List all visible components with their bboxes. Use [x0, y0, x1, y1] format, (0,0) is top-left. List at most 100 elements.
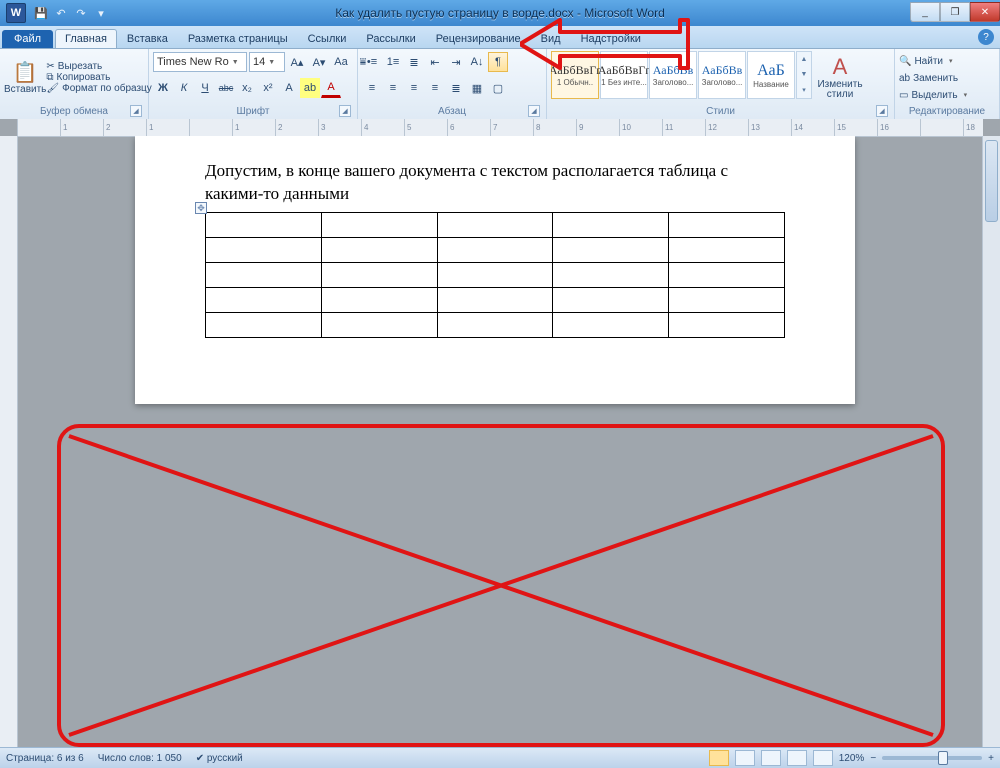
- qat-redo-icon[interactable]: ↷: [72, 4, 90, 22]
- qat-undo-icon[interactable]: ↶: [52, 4, 70, 22]
- styles-dialog-launcher[interactable]: ◢: [876, 105, 888, 117]
- scrollbar-thumb[interactable]: [985, 140, 998, 222]
- numbering-button[interactable]: 1≡: [383, 52, 403, 72]
- justify-button[interactable]: ≡: [425, 78, 445, 98]
- shrink-font-button[interactable]: A▾: [309, 52, 329, 72]
- font-name-combo[interactable]: Times New Ro▼: [153, 52, 247, 72]
- change-styles-button[interactable]: A Изменить стили: [812, 51, 868, 103]
- grow-font-button[interactable]: A▴: [287, 52, 307, 72]
- zoom-in-button[interactable]: +: [988, 753, 994, 764]
- style-normal[interactable]: АаБбВвГг1 Обычн..: [551, 51, 599, 99]
- change-case-button[interactable]: Aa: [331, 52, 351, 72]
- view-full-screen-button[interactable]: [735, 750, 755, 766]
- increase-indent-button[interactable]: ⇥: [446, 52, 466, 72]
- document-table[interactable]: [205, 212, 785, 338]
- strikethrough-button[interactable]: abc: [216, 78, 236, 98]
- qat-save-icon[interactable]: 💾: [32, 4, 50, 22]
- document-canvas[interactable]: Допустим, в конце вашего документа с тек…: [17, 136, 983, 748]
- view-draft-button[interactable]: [813, 750, 833, 766]
- align-center-button[interactable]: ≡: [383, 78, 403, 98]
- zoom-level[interactable]: 120%: [839, 753, 865, 764]
- cut-button[interactable]: ✂Вырезать: [46, 61, 151, 72]
- zoom-slider[interactable]: [882, 756, 982, 760]
- tab-home[interactable]: Главная: [55, 29, 117, 48]
- subscript-button[interactable]: x₂: [237, 78, 257, 98]
- find-label: Найти: [914, 56, 943, 67]
- select-icon: ▭: [899, 90, 908, 101]
- view-outline-button[interactable]: [787, 750, 807, 766]
- qat-customise-icon[interactable]: ▾: [92, 4, 110, 22]
- tab-review[interactable]: Рецензирование: [426, 29, 531, 48]
- document-page[interactable]: Допустим, в конце вашего документа с тек…: [135, 136, 855, 404]
- font-color-button[interactable]: A: [321, 79, 341, 98]
- window-close-button[interactable]: ✕: [970, 2, 1000, 22]
- replace-button[interactable]: abЗаменить: [899, 70, 958, 86]
- tab-page-layout[interactable]: Разметка страницы: [178, 29, 298, 48]
- italic-button[interactable]: К: [174, 78, 194, 98]
- align-left-button[interactable]: ≡: [362, 78, 382, 98]
- select-button[interactable]: ▭Выделить▾: [899, 87, 967, 103]
- app-icon[interactable]: W: [6, 3, 26, 23]
- styles-gallery[interactable]: АаБбВвГг1 Обычн.. АаБбВвГг1 Без инте... …: [551, 51, 812, 99]
- view-print-layout-button[interactable]: [709, 750, 729, 766]
- group-paragraph: •≡ 1≡ ≣ ⇤ ⇥ A↓ ¶ ≡ ≡ ≡ ≡ ≣ ▦ ▢ Абзац◢: [358, 49, 547, 119]
- align-right-button[interactable]: ≡: [404, 78, 424, 98]
- show-hide-pilcrow-button[interactable]: ¶: [488, 52, 508, 72]
- sort-button[interactable]: A↓: [467, 52, 487, 72]
- multilevel-list-button[interactable]: ≣: [404, 52, 424, 72]
- find-button[interactable]: 🔍Найти▾: [899, 53, 953, 69]
- format-painter-button[interactable]: 🖌Формат по образцу: [46, 83, 151, 94]
- vertical-scrollbar[interactable]: [982, 136, 1000, 748]
- paste-button[interactable]: 📋 Вставить: [4, 51, 46, 103]
- font-dialog-launcher[interactable]: ◢: [339, 105, 351, 117]
- style-heading1[interactable]: АаБбВвЗаголово...: [649, 51, 697, 99]
- bold-button[interactable]: Ж: [153, 78, 173, 98]
- copy-button[interactable]: ⧉Копировать: [46, 72, 151, 83]
- shading-button[interactable]: ▦: [467, 78, 487, 98]
- clipboard-dialog-launcher[interactable]: ◢: [130, 105, 142, 117]
- decrease-indent-button[interactable]: ⇤: [425, 52, 445, 72]
- vertical-ruler[interactable]: [0, 136, 18, 748]
- window-minimize-button[interactable]: _: [910, 2, 940, 22]
- superscript-button[interactable]: x²: [258, 78, 278, 98]
- style-title[interactable]: АаБНазвание: [747, 51, 795, 99]
- tab-references[interactable]: Ссылки: [298, 29, 357, 48]
- borders-button[interactable]: ▢: [488, 78, 508, 98]
- status-word-count[interactable]: Число слов: 1 050: [98, 753, 182, 764]
- cut-label: Вырезать: [58, 61, 102, 72]
- table-move-handle-icon[interactable]: ✥: [195, 202, 207, 214]
- font-size-combo[interactable]: 14▼: [249, 52, 285, 72]
- paragraph-dialog-launcher[interactable]: ◢: [528, 105, 540, 117]
- horizontal-ruler[interactable]: 1211234567891011121314151618: [17, 119, 983, 137]
- tab-addins[interactable]: Надстройки: [571, 29, 651, 48]
- tab-mailings[interactable]: Рассылки: [356, 29, 425, 48]
- document-text[interactable]: Допустим, в конце вашего документа с тек…: [205, 160, 785, 206]
- group-font-label: Шрифт: [237, 106, 270, 117]
- ribbon: 📋 Вставить ✂Вырезать ⧉Копировать 🖌Формат…: [0, 49, 1000, 120]
- status-language[interactable]: ✔ русский: [196, 753, 243, 764]
- chevron-down-icon: ▼: [268, 59, 275, 66]
- zoom-slider-thumb[interactable]: [938, 751, 948, 765]
- view-web-layout-button[interactable]: [761, 750, 781, 766]
- highlight-button[interactable]: ab: [300, 78, 320, 98]
- paste-icon: 📋: [12, 59, 38, 85]
- status-page[interactable]: Страница: 6 из 6: [6, 753, 84, 764]
- bullets-button[interactable]: •≡: [362, 52, 382, 72]
- document-workspace: 1211234567891011121314151618 Допустим, в…: [0, 119, 1000, 748]
- style-preview: АаБ: [757, 61, 785, 80]
- underline-button[interactable]: Ч: [195, 78, 215, 98]
- window-maximize-button[interactable]: ❐: [940, 2, 970, 22]
- group-editing: 🔍Найти▾ abЗаменить ▭Выделить▾ Редактиров…: [895, 49, 1000, 119]
- style-no-spacing[interactable]: АаБбВвГг1 Без инте...: [600, 51, 648, 99]
- text-effects-button[interactable]: A: [279, 78, 299, 98]
- zoom-out-button[interactable]: −: [870, 753, 876, 764]
- help-button[interactable]: ?: [978, 29, 994, 45]
- tab-insert[interactable]: Вставка: [117, 29, 178, 48]
- line-spacing-button[interactable]: ≣: [446, 78, 466, 98]
- select-label: Выделить: [911, 90, 957, 101]
- file-tab[interactable]: Файл: [2, 30, 53, 48]
- styles-more-button[interactable]: ▲▼▾: [796, 51, 812, 99]
- group-styles: АаБбВвГг1 Обычн.. АаБбВвГг1 Без инте... …: [547, 49, 895, 119]
- style-heading2[interactable]: АаБбВвЗаголово...: [698, 51, 746, 99]
- tab-view[interactable]: Вид: [531, 29, 571, 48]
